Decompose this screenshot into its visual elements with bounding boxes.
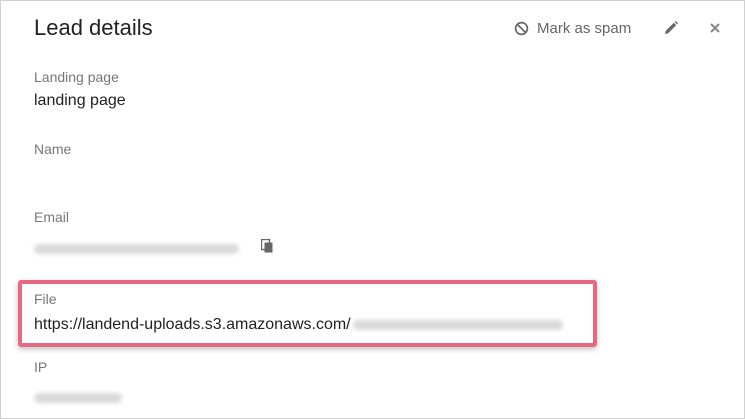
- block-icon: [514, 21, 529, 36]
- landing-page-label: Landing page: [34, 69, 119, 85]
- edit-button[interactable]: [663, 20, 679, 41]
- email-field: Email: [34, 209, 273, 258]
- close-button[interactable]: [709, 21, 721, 39]
- mark-as-spam-label: Mark as spam: [537, 20, 632, 37]
- name-label: Name: [34, 141, 72, 157]
- file-label: File: [34, 291, 57, 307]
- lead-details-panel: Lead details Mark as spam Landing page l…: [0, 0, 745, 419]
- name-field: Name: [34, 141, 71, 164]
- ip-field: IP: [34, 359, 122, 407]
- file-field: File https://landend-uploads.s3.amazonaw…: [34, 291, 563, 334]
- landing-page-field: Landing page landing page: [34, 69, 126, 110]
- panel-header: Lead details Mark as spam: [1, 1, 744, 57]
- ip-value: [34, 392, 122, 403]
- file-url[interactable]: https://landend-uploads.s3.amazonaws.com…: [34, 316, 351, 334]
- landing-page-value: landing page: [34, 92, 126, 109]
- pencil-icon: [663, 21, 679, 40]
- email-label: Email: [34, 209, 70, 225]
- mark-as-spam-button[interactable]: Mark as spam: [514, 20, 631, 37]
- close-icon: [709, 21, 721, 38]
- ip-label: IP: [34, 359, 48, 375]
- copy-icon[interactable]: [260, 238, 273, 258]
- page-title: Lead details: [34, 15, 153, 40]
- email-value: [34, 243, 239, 254]
- file-url-redacted: [352, 320, 563, 330]
